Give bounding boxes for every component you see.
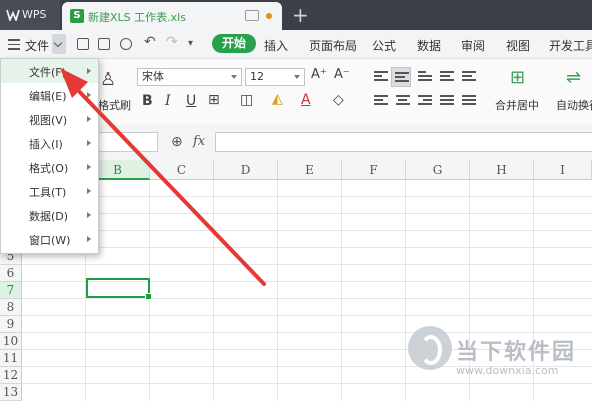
watermark-url: www.downxia.com [456,364,559,377]
watermark-logo-icon [408,326,452,370]
watermark-name: 当下软件园 [456,340,577,365]
